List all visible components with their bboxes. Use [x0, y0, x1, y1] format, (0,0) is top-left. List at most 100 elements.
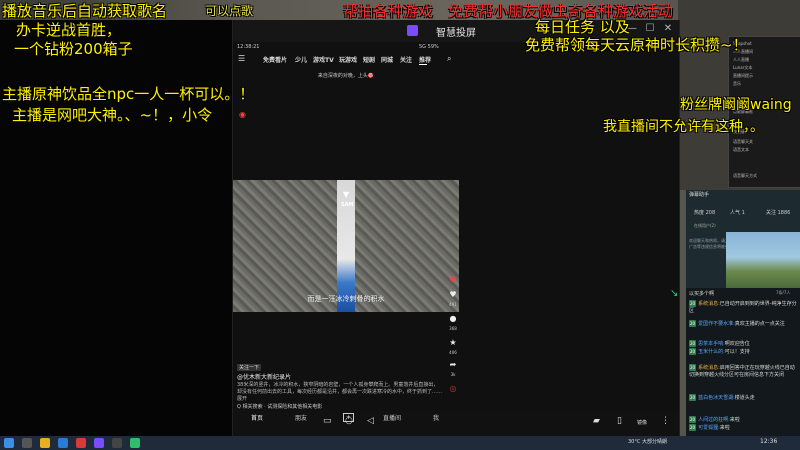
like-count: 491 [449, 302, 457, 307]
start-icon[interactable] [4, 438, 14, 448]
level-badge: 20 [689, 348, 697, 355]
chat-username[interactable]: 系统消息: [698, 365, 720, 371]
menu-icon[interactable]: ☰ [238, 54, 245, 63]
landscape-preview [726, 232, 800, 288]
chat-message: 20 爱国作不要水准:真欢主播的点一点关注 [689, 320, 797, 328]
chat-text: 啊欢迎告位 [724, 341, 750, 347]
chat-app-icon[interactable] [130, 438, 140, 448]
overlay-free-time: 免费帮领每天云原神时长积攒~！ [525, 36, 748, 54]
video-scene-shaft [337, 180, 355, 312]
online-users[interactable]: 在线用户(2) [694, 223, 716, 229]
search-icon[interactable] [22, 438, 32, 448]
popularity-stat: 人气 1 [730, 210, 745, 216]
follow-tag[interactable]: 关注一下 [237, 364, 262, 371]
chat-count: 7条/7人 [776, 290, 791, 295]
browser-icon[interactable] [58, 438, 68, 448]
chat-message: 20 思茶本手响:啊欢迎告位 [689, 340, 797, 348]
chat-message: 20 人间过的狂啊:来啦 [689, 416, 797, 424]
mirror-toggle[interactable]: 镜像 [637, 419, 647, 426]
overlay-not-allowed: 我直播间不允许有这种，。 [603, 119, 764, 135]
active-tab-indicator [419, 64, 427, 65]
status-time: 12:38:21 [237, 44, 260, 50]
level-badge: 20 [689, 320, 697, 327]
chat-text: 楼道头走 [734, 395, 755, 401]
video-author[interactable]: @优木新大新纪录片 [237, 372, 291, 381]
author-avatar-icon[interactable]: ◉ [445, 274, 461, 283]
close-icon[interactable]: ✕ [661, 23, 675, 34]
level-badge: 20 [689, 340, 697, 347]
obs-icon[interactable] [112, 438, 122, 448]
tab-free-movies[interactable]: 免费看片 [263, 55, 287, 64]
overlay-can-request: 可以点歌 [205, 4, 254, 18]
tab-local[interactable]: 同城 [381, 55, 393, 64]
recent-apps-icon[interactable]: ▭ [323, 416, 332, 426]
source-row[interactable]: 语音聊天方式 [733, 173, 757, 179]
source-row[interactable]: 语音聊天关 [733, 139, 753, 145]
level-badge: 20 [689, 424, 697, 431]
music-disc-icon[interactable]: ◎ [445, 384, 461, 393]
favorite-icon[interactable]: ★ [445, 338, 461, 347]
live-avatar-icon[interactable]: ◉ [239, 110, 246, 119]
home-circle-icon[interactable]: ○ [345, 416, 353, 426]
overlay-fan-badge: 粉丝牌阚阚waing [680, 97, 792, 113]
overlay-music-hint: 播放音乐后自动获取歌名 [2, 2, 168, 20]
chat-message: 20 玉米什么的:可以！支持 [689, 348, 797, 356]
back-triangle-icon[interactable]: ◁ [367, 416, 374, 426]
chat-message: 20 系统消息:启用回答中正在玩穿越火线已自动切换到穿越火线分区可在房间信息下方关… [689, 364, 797, 379]
related-search[interactable]: Q 相关搜索 · 试测探险和其他相关电影 [237, 403, 322, 410]
folder-icon[interactable]: ▰ [593, 416, 600, 426]
app-icon[interactable] [76, 438, 86, 448]
comment-icon[interactable]: ● [445, 314, 461, 323]
chat-message: 20 系统消息:已自动开启到到的世界-纯净生存分区 [689, 300, 797, 315]
tab-game-tv[interactable]: 游戏TV [313, 55, 334, 64]
share-icon[interactable]: ➦ [445, 360, 461, 369]
source-row[interactable]: Lunar文本 [733, 65, 752, 71]
video-label: SAM [341, 202, 354, 208]
tab-following[interactable]: 关注 [400, 55, 412, 64]
comment-count: 368 [449, 326, 457, 331]
chat-username[interactable]: 玉米什么的: [698, 349, 725, 355]
like-icon[interactable]: ♥ [445, 290, 461, 299]
chat-username[interactable]: 蓝白色冰天雪湖: [698, 395, 735, 401]
maximize-icon[interactable]: ☐ [643, 23, 657, 34]
chat-username[interactable]: 人间过的狂啊: [698, 417, 730, 423]
level-badge: 20 [689, 416, 697, 423]
windows-taskbar: 30°C 大部分晴朗 12:36 [0, 436, 800, 450]
chat-panel: 以买多个啊 7条/7人 20 系统消息:已自动开启到到的世界-纯净生存分区 20 爱国… [686, 288, 800, 436]
device-icon[interactable]: ▯ [617, 416, 622, 426]
cast-app-icon[interactable] [94, 438, 104, 448]
favorite-count: 406 [449, 350, 457, 355]
taskbar-clock[interactable]: 12:36 [760, 438, 777, 445]
chat-username[interactable]: 思茶本手响: [698, 341, 725, 347]
overlay-lottery: 帮抽各种游戏 [343, 2, 434, 20]
chat-message: 20 可爱狐狸:来啦 [689, 424, 797, 432]
video-caption: 而是一汪冰冷刺骨的积水 [307, 295, 385, 303]
status-indicators: 5G 59% [419, 44, 439, 50]
chat-text: 真欢主播的点一点关注 [734, 321, 785, 327]
tab-recommend[interactable]: 推荐 [419, 55, 431, 64]
video-description[interactable]: 38米深的竖井，冰冷的积水，狭窄阴暗的岩壁，一个人孤身攀爬而上。男童落井后直接出… [237, 382, 442, 403]
search-icon[interactable]: ⌕ [447, 54, 451, 64]
arrow-down-icon: ▼ [343, 190, 350, 199]
overlay-card: 办卡逆战首胜， [16, 21, 122, 39]
chat-username[interactable]: 爱国作不要水准: [698, 321, 735, 327]
chat-username[interactable]: 可爱狐狸: [698, 425, 720, 431]
overlay-netbar: 主播是网吧大神。、~！，小令 [12, 106, 213, 124]
taskbar-weather[interactable]: 30°C 大部分晴朗 [628, 438, 667, 445]
folder-icon[interactable] [40, 438, 50, 448]
overlay-drink: 主播原神饮品全npc一人一杯可以。！ [2, 85, 255, 103]
source-row[interactable]: 语音文本 [733, 147, 749, 153]
chat-username[interactable]: 系统消息: [698, 301, 720, 307]
tab-kids[interactable]: 少儿 [295, 55, 307, 64]
hot-stat: 热度 208 [694, 210, 716, 216]
overlay-diamond: 一个钻粉200箱子 [14, 40, 133, 58]
chat-header: 以买多个啊 [689, 291, 715, 297]
more-icon[interactable]: ⋮ [661, 416, 670, 426]
source-row[interactable]: 人人直播 [733, 57, 749, 63]
tab-play-games[interactable]: 玩游戏 [339, 55, 357, 64]
cursor-icon: ↘ [670, 288, 679, 299]
tab-short-drama[interactable]: 短剧 [363, 55, 375, 64]
source-row[interactable]: 音乐 [733, 81, 741, 87]
source-row[interactable]: 直播间提示 [733, 73, 753, 79]
danmu-title: 弹幕助手 [689, 192, 710, 198]
